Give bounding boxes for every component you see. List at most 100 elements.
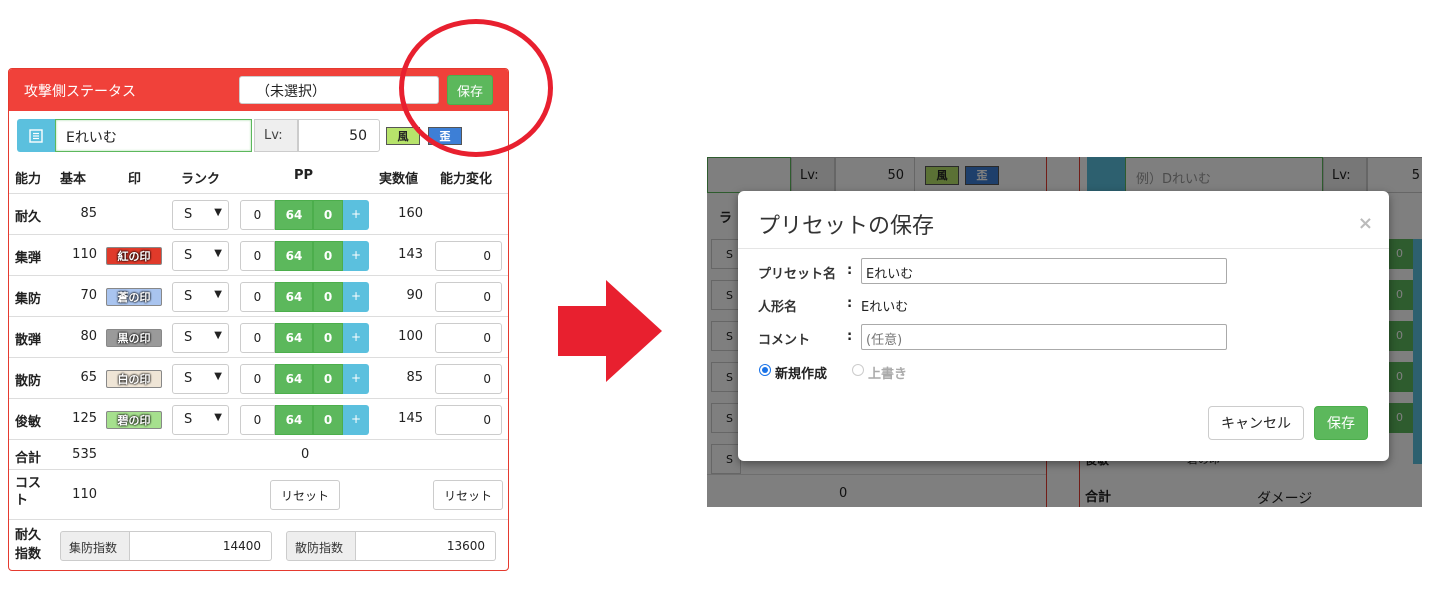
lv-input[interactable]: 50 xyxy=(298,119,380,152)
stat-row-spread-attack: 散弾 80 黒の印 S ▼ 0 64 0 + 100 0 xyxy=(9,316,508,357)
radio-new[interactable] xyxy=(759,364,771,376)
spread-def-index-value: 13600 xyxy=(356,531,496,561)
pp-plus-button[interactable]: + xyxy=(343,323,369,353)
pp-input[interactable]: 0 xyxy=(240,241,275,271)
durability-index-line1: 耐久 xyxy=(15,528,42,543)
doll-name-value: Eれいむ xyxy=(861,300,909,315)
pp-input[interactable]: 0 xyxy=(240,200,275,230)
pp-plus-button[interactable]: + xyxy=(343,241,369,271)
stat-real-value: 85 xyxy=(406,370,423,385)
stat-base: 70 xyxy=(80,288,97,303)
pp-max-button[interactable]: 64 xyxy=(275,200,313,230)
rank-select[interactable]: S ▼ xyxy=(172,323,229,353)
stat-change-input[interactable]: 0 xyxy=(435,364,502,394)
pp-zero-button[interactable]: 0 xyxy=(313,282,343,312)
stat-label: 耐久 xyxy=(15,210,42,225)
radio-overwrite[interactable] xyxy=(852,364,864,376)
rank-select[interactable]: S ▼ xyxy=(172,200,229,230)
modal-save-button[interactable]: 保存 xyxy=(1314,406,1368,440)
chevron-down-icon: ▼ xyxy=(214,207,222,218)
stat-label: 集防 xyxy=(15,292,42,307)
header-rank: ランク xyxy=(181,172,221,187)
pp-zero-button[interactable]: 0 xyxy=(313,241,343,271)
pp-reset-button[interactable]: リセット xyxy=(270,480,340,510)
total-base: 535 xyxy=(72,447,97,462)
seal-badge-blue[interactable]: 蒼の印 xyxy=(106,288,162,306)
stat-table-header: 能力 基本 印 ランク PP 実数値 能力変化 xyxy=(9,164,508,188)
stat-base: 65 xyxy=(80,370,97,385)
stat-label: 集弾 xyxy=(15,251,42,266)
spread-def-index-label: 散防指数 xyxy=(286,531,356,561)
save-preset-modal: プリセットの保存 × プリセット名 : Eれいむ 人形名 : Eれいむ コメント… xyxy=(738,191,1389,461)
pp-input[interactable]: 0 xyxy=(240,282,275,312)
header-ability: 能力 xyxy=(15,172,42,187)
stat-real-value: 90 xyxy=(406,288,423,303)
total-row: 合計 535 0 xyxy=(9,439,508,469)
modal-header-divider xyxy=(738,248,1389,249)
rank-select[interactable]: S ▼ xyxy=(172,282,229,312)
rank-value: S xyxy=(184,207,193,222)
header-base: 基本 xyxy=(60,172,87,187)
rank-value: S xyxy=(184,289,193,304)
cancel-button[interactable]: キャンセル xyxy=(1208,406,1304,440)
total-label: 合計 xyxy=(15,451,42,466)
pp-max-button[interactable]: 64 xyxy=(275,405,313,435)
stat-base: 125 xyxy=(72,411,97,426)
pp-input[interactable]: 0 xyxy=(240,405,275,435)
pp-max-button[interactable]: 64 xyxy=(275,323,313,353)
cost-label: コス ト xyxy=(15,475,41,509)
pp-zero-button[interactable]: 0 xyxy=(313,200,343,230)
pp-plus-button[interactable]: + xyxy=(343,364,369,394)
preset-name-label: プリセット名 xyxy=(758,267,837,282)
stat-change-input[interactable]: 0 xyxy=(435,405,502,435)
stat-change-input[interactable]: 0 xyxy=(435,282,502,312)
stat-real-value: 160 xyxy=(398,206,423,221)
list-icon xyxy=(29,128,43,143)
cost-label-line1: コス xyxy=(15,476,42,491)
pp-zero-button[interactable]: 0 xyxy=(313,405,343,435)
colon: : xyxy=(847,329,853,344)
stat-base: 80 xyxy=(80,329,97,344)
stat-real-value: 100 xyxy=(398,329,423,344)
pp-max-button[interactable]: 64 xyxy=(275,364,313,394)
chevron-down-icon: ▼ xyxy=(214,248,222,259)
preset-list-button[interactable] xyxy=(17,119,55,152)
close-icon[interactable]: × xyxy=(1358,213,1373,234)
stat-change-input[interactable]: 0 xyxy=(435,241,502,271)
pp-input[interactable]: 0 xyxy=(240,323,275,353)
pp-zero-button[interactable]: 0 xyxy=(313,323,343,353)
pp-plus-button[interactable]: + xyxy=(343,405,369,435)
colon: : xyxy=(847,296,853,311)
pp-plus-button[interactable]: + xyxy=(343,282,369,312)
comment-label: コメント xyxy=(758,333,811,348)
pp-max-button[interactable]: 64 xyxy=(275,241,313,271)
stat-change-reset-button[interactable]: リセット xyxy=(433,480,503,510)
radio-overwrite-label[interactable]: 上書き xyxy=(868,363,907,382)
seal-badge-green[interactable]: 碧の印 xyxy=(106,411,162,429)
header-seal: 印 xyxy=(128,172,142,187)
comment-input[interactable]: (任意) xyxy=(861,324,1227,350)
pp-input[interactable]: 0 xyxy=(240,364,275,394)
rank-select[interactable]: S ▼ xyxy=(172,364,229,394)
pp-zero-button[interactable]: 0 xyxy=(313,364,343,394)
pp-max-button[interactable]: 64 xyxy=(275,282,313,312)
seal-badge-white[interactable]: 白の印 xyxy=(106,370,162,388)
preset-name-input[interactable]: Eれいむ xyxy=(861,258,1227,284)
radio-new-label[interactable]: 新規作成 xyxy=(775,363,827,382)
annotation-circle xyxy=(399,19,553,157)
stat-row-focus-defense: 集防 70 蒼の印 S ▼ 0 64 0 + 90 0 xyxy=(9,275,508,316)
stat-row-agility: 俊敏 125 碧の印 S ▼ 0 64 0 + 145 0 xyxy=(9,398,508,439)
doll-name-input[interactable]: Eれいむ xyxy=(55,119,252,152)
total-pp: 0 xyxy=(301,447,310,462)
chevron-down-icon: ▼ xyxy=(214,412,222,423)
cost-row: コス ト 110 リセット リセット xyxy=(9,469,508,519)
seal-badge-red[interactable]: 紅の印 xyxy=(106,247,162,265)
stat-label: 散弾 xyxy=(15,333,42,348)
seal-badge-black[interactable]: 黒の印 xyxy=(106,329,162,347)
rank-value: S xyxy=(184,412,193,427)
rank-select[interactable]: S ▼ xyxy=(172,241,229,271)
chevron-down-icon: ▼ xyxy=(214,371,222,382)
rank-select[interactable]: S ▼ xyxy=(172,405,229,435)
pp-plus-button[interactable]: + xyxy=(343,200,369,230)
stat-change-input[interactable]: 0 xyxy=(435,323,502,353)
